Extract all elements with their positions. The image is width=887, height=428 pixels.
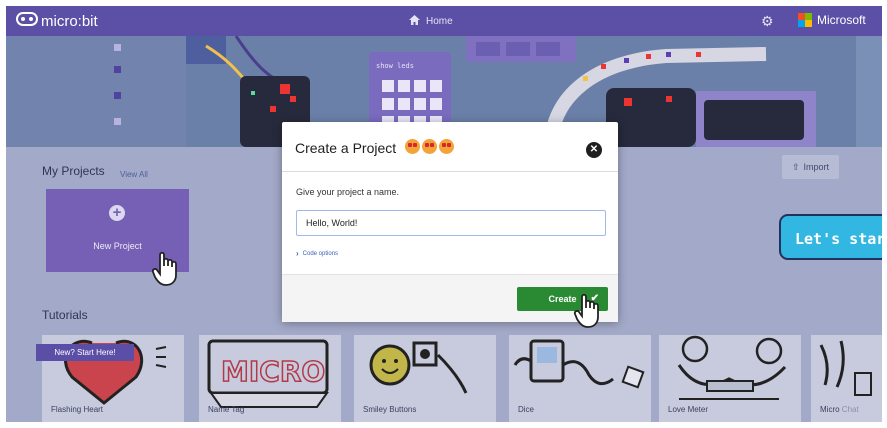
brand-text: micro:bit: [41, 13, 98, 30]
hand-cursor-icon: [573, 293, 599, 328]
svg-text:show leds: show leds: [376, 62, 414, 70]
tutorials-heading: Tutorials: [42, 308, 88, 322]
settings-gear-icon[interactable]: ⚙: [761, 13, 774, 30]
home-label: Home: [426, 16, 453, 27]
chevron-right-icon: ›: [296, 249, 299, 258]
card-label: Flashing Heart: [51, 405, 104, 414]
code-options-label: Code options: [302, 250, 339, 257]
plus-circle-icon: +: [109, 205, 125, 221]
create-project-dialog: Create a Project ✕ Give your project a n…: [282, 122, 618, 322]
dialog-footer: Create ✔: [282, 274, 618, 322]
project-name-prompt: Give your project a name.: [296, 187, 400, 197]
close-icon[interactable]: ✕: [586, 142, 602, 158]
card-label: Smiley Buttons: [363, 405, 417, 414]
home-icon: [409, 15, 420, 28]
new-start-here-badge: New? Start Here!: [36, 344, 134, 361]
tutorial-card-name-tag[interactable]: MICRO Name Tag: [199, 335, 341, 422]
microsoft-label: Microsoft: [817, 13, 866, 27]
dialog-title: Create a Project: [295, 140, 397, 156]
my-projects-heading: My Projects: [42, 164, 105, 178]
star-struck-emoji-icon: [405, 139, 420, 154]
home-link[interactable]: Home: [409, 15, 453, 28]
microsoft-logo-icon: [798, 13, 812, 27]
svg-text:MICRO: MICRO: [221, 355, 325, 388]
app-window: micro:bit Home ⚙ Microsoft show leds My …: [6, 6, 882, 422]
new-project-label: New Project: [93, 241, 142, 251]
tutorial-card-love-meter[interactable]: Love Meter: [659, 335, 801, 422]
import-button[interactable]: ⇧ Import: [782, 155, 839, 179]
view-all-link[interactable]: View All: [120, 170, 148, 179]
hand-cursor-icon: [151, 251, 177, 286]
card-label: Micro Chat: [820, 405, 859, 414]
microbit-logo-icon: [16, 12, 38, 31]
code-options-toggle[interactable]: › Code options: [296, 249, 338, 258]
card-label: Dice: [518, 405, 535, 414]
dialog-header: Create a Project ✕: [282, 122, 618, 172]
star-struck-emoji-icon: [439, 139, 454, 154]
top-bar: micro:bit Home ⚙ Microsoft: [6, 6, 882, 36]
star-struck-emoji-icon: [422, 139, 437, 154]
card-label: Love Meter: [668, 405, 709, 414]
microsoft-link[interactable]: Microsoft: [798, 13, 866, 27]
tutorial-card-dice[interactable]: Dice: [509, 335, 651, 422]
upload-icon: ⇧: [791, 161, 800, 172]
tutorial-card-smiley-buttons[interactable]: Smiley Buttons: [354, 335, 496, 422]
emoji-group: [405, 139, 454, 154]
import-label: Import: [803, 162, 830, 172]
tutorial-card-micro-chat[interactable]: Micro Chat: [811, 335, 882, 422]
card-label: Name Tag: [208, 405, 245, 414]
brand-link[interactable]: micro:bit: [16, 12, 98, 31]
lets-start-callout: Let's start: [779, 214, 882, 260]
project-name-input[interactable]: [296, 210, 606, 236]
